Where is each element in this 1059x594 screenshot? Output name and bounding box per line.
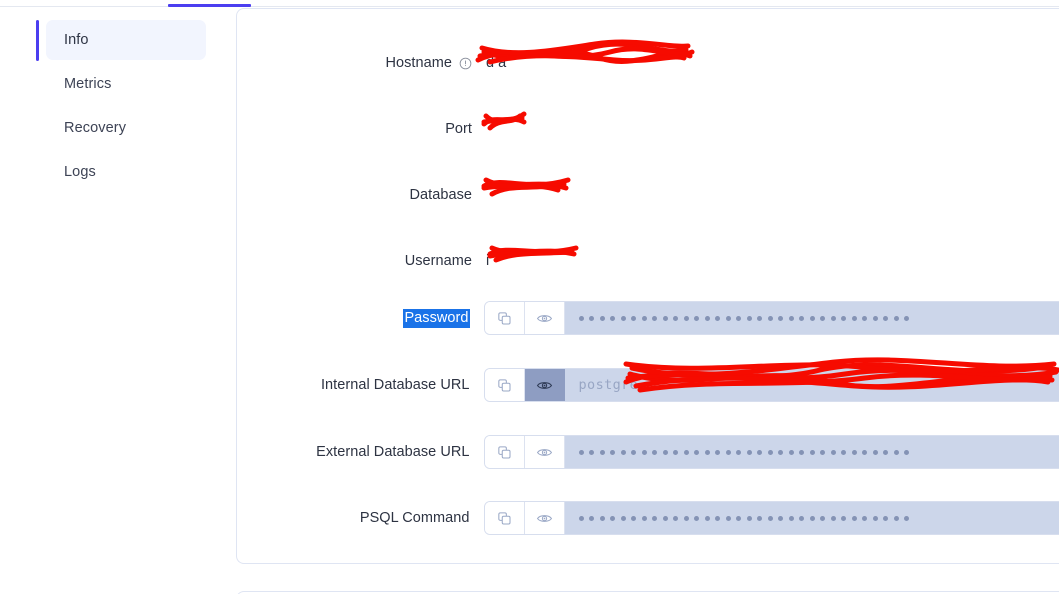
field-row-psql-command: PSQL Command	[237, 501, 1059, 535]
secret-value-field[interactable]	[564, 302, 1059, 334]
sidebar-item-label: Info	[64, 32, 89, 48]
field-label-psql-command: PSQL Command	[359, 510, 470, 526]
field-label-database: Database	[409, 187, 472, 203]
sidebar-item-label: Metrics	[64, 76, 112, 92]
field-row-external-database-url: External Database URL	[237, 435, 1059, 469]
secret-input-internal-database-url: postgre	[483, 368, 1059, 402]
field-value-hostname: d a	[486, 55, 507, 71]
field-row-port: Port	[237, 112, 1059, 146]
masked-value-dots	[578, 449, 910, 455]
secret-value-field[interactable]	[564, 502, 1059, 534]
sidebar-item-label: Logs	[64, 164, 96, 180]
field-label-internal-database-url: Internal Database URL	[320, 377, 470, 393]
field-row-password: Password	[237, 301, 1059, 335]
copy-button[interactable]	[484, 502, 525, 534]
revealed-value: postgre	[578, 377, 639, 393]
copy-button[interactable]	[484, 369, 525, 401]
sidebar-item-info[interactable]: Info	[46, 20, 206, 60]
field-label-port: Port	[445, 121, 472, 137]
tab-strip-divider	[0, 6, 1059, 7]
reveal-eye-button-active[interactable]	[524, 369, 565, 401]
secret-value-field[interactable]: postgre	[564, 369, 1059, 401]
active-tab-underline	[168, 4, 251, 7]
field-label-hostname: Hostname	[237, 55, 472, 71]
top-tab-strip	[0, 0, 1059, 8]
secret-input-psql-command	[483, 501, 1059, 535]
field-row-username: Username i	[237, 244, 1059, 278]
sidebar: Info Metrics Recovery Logs	[0, 8, 236, 594]
sidebar-active-accent-bar	[36, 20, 39, 61]
sidebar-item-recovery[interactable]: Recovery	[46, 108, 206, 148]
field-row-hostname: Hostname d a	[237, 46, 1059, 80]
reveal-eye-button[interactable]	[524, 436, 565, 468]
sidebar-item-metrics[interactable]: Metrics	[46, 64, 206, 104]
secret-input-password	[483, 301, 1059, 335]
reveal-eye-button[interactable]	[524, 502, 565, 534]
field-label-username: Username	[404, 253, 472, 269]
field-value-username: i	[486, 253, 490, 269]
copy-button[interactable]	[484, 302, 525, 334]
field-row-internal-database-url: Internal Database URL postgre	[237, 368, 1059, 402]
masked-value-dots	[578, 515, 910, 521]
masked-value-dots	[578, 315, 910, 321]
secret-input-external-database-url	[483, 435, 1059, 469]
copy-button[interactable]	[484, 436, 525, 468]
field-row-database: Database	[237, 178, 1059, 212]
field-label-external-database-url: External Database URL	[316, 444, 470, 460]
secret-value-field[interactable]	[564, 436, 1059, 468]
sidebar-item-logs[interactable]: Logs	[46, 152, 206, 192]
info-circle-icon[interactable]	[459, 57, 472, 70]
reveal-eye-button[interactable]	[524, 302, 565, 334]
sidebar-item-label: Recovery	[64, 120, 127, 136]
database-info-card: Hostname d a Port Database Username i Pa…	[236, 8, 1059, 564]
field-label-password: Password	[403, 308, 470, 328]
app-page: Info Metrics Recovery Logs Hostname d a …	[0, 0, 1059, 594]
